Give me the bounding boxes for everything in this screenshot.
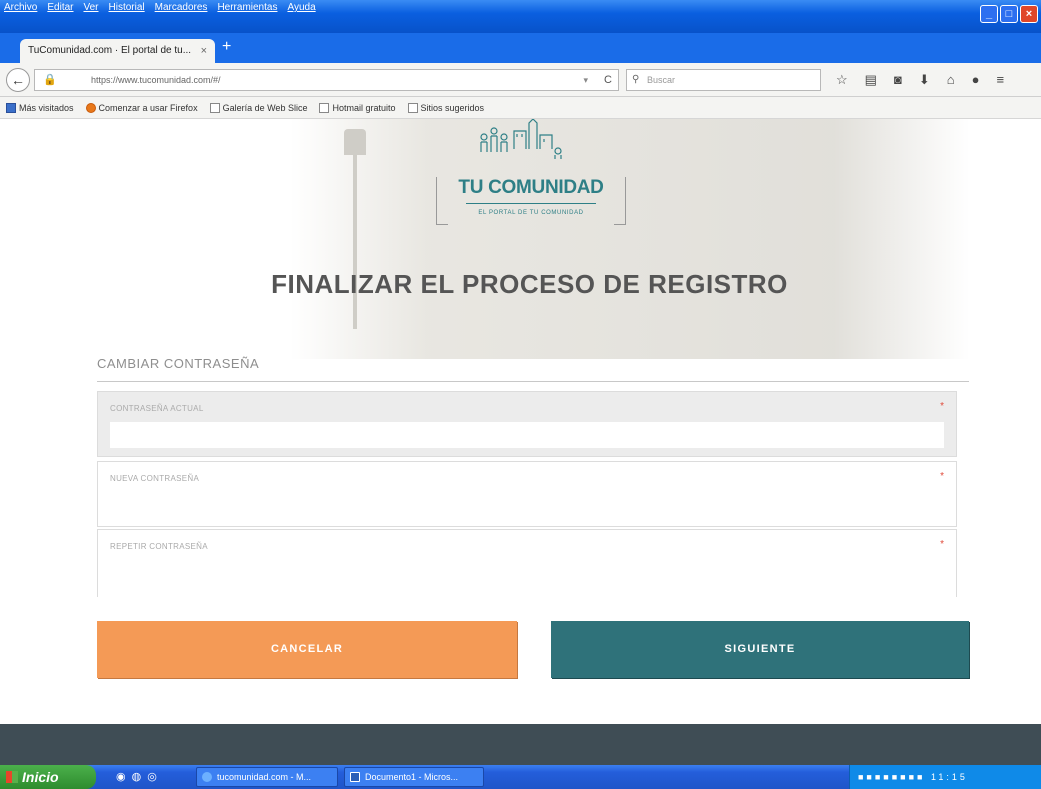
clock: 11:15 [931, 772, 968, 782]
chat-icon[interactable]: ● [972, 72, 980, 88]
navigation-bar: ← 🔒 https://www.tucomunidad.com/#/ ▾ C ⚲… [0, 63, 1041, 97]
firefox-icon [85, 102, 96, 113]
tray-icons[interactable]: ■■■■■■■■ [858, 772, 926, 782]
required-marker: * [940, 401, 944, 412]
bookmark-folder-icon [6, 102, 16, 113]
search-icon: ⚲ [632, 74, 640, 85]
firefox-launch-icon[interactable]: ◍ [132, 770, 142, 783]
bookmark-label: Hotmail gratuito [332, 102, 396, 113]
brand-tagline: EL PORTAL DE TU COMUNIDAD [478, 210, 584, 216]
menu-icon[interactable]: ≡ [996, 72, 1004, 88]
bookmark-label: Comenzar a usar Firefox [98, 102, 198, 113]
start-label: Inicio [22, 769, 59, 785]
page-title: FINALIZAR EL PROCESO DE REGISTRO [271, 269, 788, 299]
back-button[interactable]: ← [6, 68, 30, 92]
url-dropdown-icon[interactable]: ▾ [583, 70, 588, 90]
page-icon [319, 102, 330, 113]
page-content: TU COMUNIDAD EL PORTAL DE TU COMUNIDAD F… [0, 119, 1041, 765]
bookmark-label: Sitios sugeridos [420, 102, 485, 113]
menu-historial[interactable]: Historial [109, 2, 145, 13]
window-controls: _ □ × [980, 5, 1038, 23]
bookmark-label: Más visitados [19, 102, 74, 113]
menu-ayuda[interactable]: Ayuda [287, 2, 315, 13]
firefox-icon [202, 772, 212, 782]
bookmark-web-slice[interactable]: Galería de Web Slice [209, 102, 308, 113]
toolbar-icons: ☆ ▤ ◙ ⬇ ⌂ ● ≡ [836, 72, 1004, 88]
bookmark-label: Galería de Web Slice [222, 102, 308, 113]
menu-bar: Archivo Editar Ver Historial Marcadores … [4, 2, 316, 13]
search-placeholder: Buscar [647, 75, 676, 85]
menu-ver[interactable]: Ver [83, 2, 98, 13]
section-title: CAMBIAR CONTRASEÑA [97, 356, 260, 371]
download-icon[interactable]: ⬇ [919, 72, 930, 88]
taskbar-item-word[interactable]: Documento1 - Micros... [344, 767, 484, 787]
required-marker: * [940, 471, 944, 482]
repeat-password-field: REPETIR CONTRASEÑA * [97, 529, 957, 597]
taskbar-item-firefox[interactable]: tucomunidad.com - M... [196, 767, 338, 787]
star-icon[interactable]: ☆ [836, 72, 848, 88]
hero-background [290, 119, 970, 359]
page-icon [209, 102, 220, 113]
windows-logo-icon [6, 771, 18, 783]
word-icon [350, 772, 360, 782]
search-input[interactable]: ⚲ Buscar [626, 69, 821, 91]
task-label: Documento1 - Micros... [365, 772, 459, 782]
menu-archivo[interactable]: Archivo [4, 2, 37, 13]
new-password-input[interactable] [110, 494, 944, 520]
menu-editar[interactable]: Editar [47, 2, 73, 13]
page-icon [407, 102, 418, 113]
tab-tucomunidad[interactable]: TuComunidad.com · El portal de tu... × [20, 39, 215, 63]
task-label: tucomunidad.com - M... [217, 772, 312, 782]
required-marker: * [940, 539, 944, 550]
tab-label: TuComunidad.com · El portal de tu... [28, 45, 192, 56]
site-logo[interactable]: TU COMUNIDAD EL PORTAL DE TU COMUNIDAD [436, 119, 626, 231]
current-password-input[interactable] [110, 422, 944, 448]
new-password-field: NUEVA CONTRASEÑA * [97, 461, 957, 527]
url-text: https://www.tucomunidad.com/#/ [91, 75, 221, 85]
new-tab-button[interactable]: + [222, 38, 231, 56]
current-password-field: CONTRASEÑA ACTUAL * [97, 391, 957, 457]
home-icon[interactable]: ⌂ [947, 72, 955, 88]
windows-taskbar: Inicio ◉ ◍ ◎ tucomunidad.com - M... Docu… [0, 765, 1041, 789]
bookmark-sitios-sugeridos[interactable]: Sitios sugeridos [407, 102, 485, 113]
menu-herramientas[interactable]: Herramientas [217, 2, 277, 13]
bookmark-comenzar-firefox[interactable]: Comenzar a usar Firefox [85, 102, 198, 113]
tab-close-icon[interactable]: × [201, 39, 207, 63]
page-footer [0, 724, 1041, 765]
current-password-label: CONTRASEÑA ACTUAL [110, 404, 204, 413]
window-titlebar: Archivo Editar Ver Historial Marcadores … [0, 0, 1041, 33]
bookmark-hotmail[interactable]: Hotmail gratuito [319, 102, 396, 113]
bookmarks-bar: Más visitados Comenzar a usar Firefox Ga… [0, 97, 1041, 119]
ie-launch-icon[interactable]: ◎ [147, 770, 157, 783]
reload-icon[interactable]: C [604, 70, 612, 90]
repeat-password-input[interactable] [110, 564, 944, 590]
close-window-button[interactable]: × [1020, 5, 1038, 23]
section-divider [97, 381, 969, 382]
community-icon [480, 119, 562, 159]
minimize-button[interactable]: _ [980, 5, 998, 23]
system-tray: ■■■■■■■■ 11:15 [849, 765, 1041, 789]
start-button[interactable]: Inicio [0, 765, 96, 789]
new-password-label: NUEVA CONTRASEÑA [110, 474, 200, 483]
lock-icon: 🔒 [43, 74, 57, 86]
cancel-button[interactable]: CANCELAR [97, 621, 517, 678]
show-desktop-icon[interactable]: ◉ [116, 770, 126, 783]
reading-list-icon[interactable]: ▤ [865, 72, 877, 88]
tab-strip: TuComunidad.com · El portal de tu... × [0, 33, 1041, 63]
url-bar[interactable]: 🔒 https://www.tucomunidad.com/#/ ▾ C [34, 69, 619, 91]
quick-launch: ◉ ◍ ◎ [116, 770, 157, 783]
brand-divider [466, 203, 596, 204]
pocket-icon[interactable]: ◙ [894, 72, 902, 88]
bookmark-mas-visitados[interactable]: Más visitados [6, 102, 74, 113]
repeat-password-label: REPETIR CONTRASEÑA [110, 542, 208, 551]
brand-name: TU COMUNIDAD [458, 177, 604, 198]
maximize-button[interactable]: □ [1000, 5, 1018, 23]
menu-marcadores[interactable]: Marcadores [155, 2, 208, 13]
next-button[interactable]: SIGUIENTE [551, 621, 969, 678]
